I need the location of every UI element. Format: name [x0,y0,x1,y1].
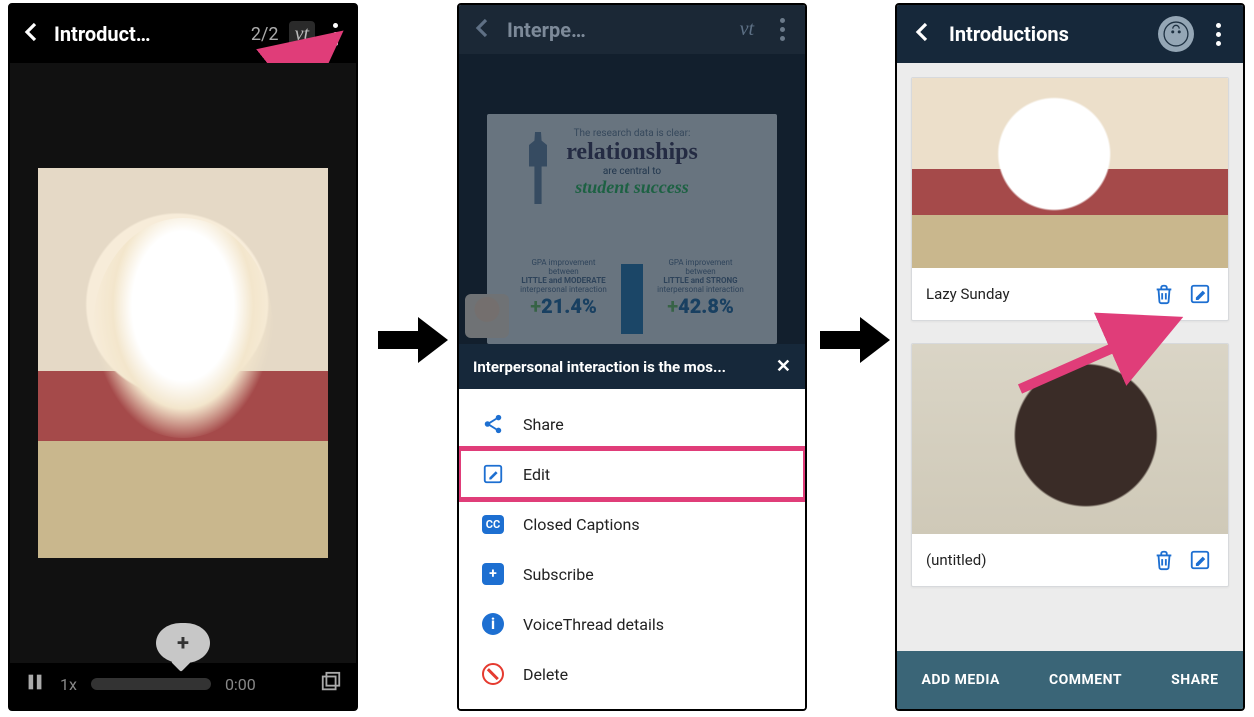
slide-thumbnail [912,78,1228,268]
menu-item-edit[interactable]: Edit [459,449,805,499]
cc-icon: CC [481,512,505,536]
screen-edit-list: Introductions Lazy Sunday [895,3,1245,711]
subscribe-icon: + [481,562,505,586]
action-sheet: Share Edit CC Closed Captions + Subscrib… [459,389,805,709]
menu-item-cc[interactable]: CC Closed Captions [459,499,805,549]
close-caption-button[interactable]: ✕ [776,356,791,377]
edit-header: Introductions [897,5,1243,63]
screen-actions-menu: Interpe… vt The research data is clear: … [457,3,807,711]
slide-card[interactable]: (untitled) [911,343,1229,587]
dimmed-slide-area: The research data is clear: relationship… [459,54,805,344]
edit-slide-button[interactable] [1186,280,1214,308]
screen-player: Introduct… 2/2 vt + 1x 0:00 [8,3,358,711]
slide-card-bar: (untitled) [912,534,1228,586]
back-button[interactable] [471,16,495,44]
edit-icon [481,462,505,486]
delete-slide-button[interactable] [1150,280,1178,308]
slide-title: Lazy Sunday [926,285,1142,303]
caption-text: Interpersonal interaction is the mos... [473,358,726,376]
pause-button[interactable] [24,671,46,697]
slide-image [38,168,328,558]
slide-counter: 2/2 [251,24,279,45]
flow-arrow [378,315,448,365]
more-menu-button[interactable] [772,10,793,49]
slide-title: (untitled) [926,551,1142,569]
player-header: Introduct… 2/2 vt [10,5,356,63]
header-title: Interpe… [507,18,722,42]
share-icon [481,412,505,436]
add-comment-button[interactable]: + [156,623,210,663]
slide-card[interactable]: Lazy Sunday [911,77,1229,321]
time-elapsed: 0:00 [225,675,256,694]
vt-logo: vt [734,16,760,43]
menu-item-share[interactable]: Share [459,399,805,449]
slide-card-bar: Lazy Sunday [912,268,1228,320]
slide-list: Lazy Sunday (untitled) [897,63,1243,651]
dim-overlay [459,54,805,344]
add-media-button[interactable]: ADD MEDIA [922,672,1000,688]
back-button[interactable] [911,20,935,48]
delete-slide-button[interactable] [1150,546,1178,574]
vt-logo: vt [289,21,315,48]
more-menu-button[interactable] [325,15,346,54]
user-avatar[interactable] [1158,16,1194,52]
dimmed-header: Interpe… vt [459,5,805,54]
header-title: Introductions [949,22,1144,46]
more-menu-button[interactable] [1208,15,1229,54]
edit-footer: ADD MEDIA COMMENT SHARE [897,651,1243,709]
scrubber[interactable] [91,678,211,690]
info-icon: i [481,612,505,636]
slide-thumbnail [912,344,1228,534]
slide-image-area[interactable] [10,63,356,663]
menu-item-subscribe[interactable]: + Subscribe [459,549,805,599]
back-button[interactable] [20,20,44,48]
comment-caption-bar: Interpersonal interaction is the mos... … [459,344,805,389]
player-title: Introduct… [54,22,241,46]
playback-speed[interactable]: 1x [60,675,77,694]
comment-button[interactable]: COMMENT [1049,672,1122,688]
share-button[interactable]: SHARE [1171,672,1218,688]
flow-arrow [820,315,890,365]
player-controls: + 1x 0:00 [10,663,356,709]
menu-item-delete[interactable]: Delete [459,649,805,699]
edit-slide-button[interactable] [1186,546,1214,574]
slides-overview-button[interactable] [320,671,342,697]
menu-item-details[interactable]: i VoiceThread details [459,599,805,649]
delete-icon [481,662,505,686]
